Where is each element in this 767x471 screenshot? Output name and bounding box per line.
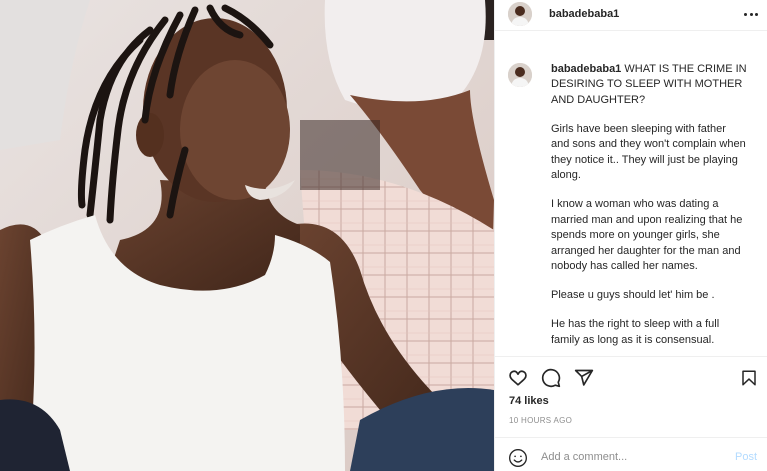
- post-timestamp: 10 HOURS AGO: [509, 416, 573, 425]
- post-photo-image: [0, 0, 494, 471]
- more-options-icon[interactable]: [744, 11, 758, 17]
- header-username[interactable]: babadebaba1: [549, 0, 619, 28]
- caption-paragraph: I know a woman who was dating a married …: [551, 198, 743, 273]
- caption-avatar[interactable]: [508, 63, 532, 87]
- post-header: babadebaba1: [495, 0, 767, 31]
- comment-box: Post: [495, 437, 767, 471]
- caption-section: babadebaba1 WHAT IS THE CRIME IN DESIRIN…: [495, 31, 767, 357]
- dot: [744, 12, 747, 16]
- caption-title-line: babadebaba1 WHAT IS THE CRIME IN DESIRIN…: [551, 62, 747, 108]
- avatar[interactable]: [508, 2, 532, 26]
- heart-icon[interactable]: [508, 368, 528, 388]
- dot: [749, 12, 753, 16]
- post-photo[interactable]: [0, 0, 494, 471]
- comment-input[interactable]: [541, 447, 721, 467]
- post-button[interactable]: Post: [735, 447, 757, 467]
- likes-count[interactable]: 74 likes: [509, 394, 549, 408]
- action-bar: 74 likes 10 HOURS AGO: [495, 357, 767, 437]
- comment-icon[interactable]: [541, 368, 561, 388]
- dot: [755, 12, 758, 16]
- share-icon[interactable]: [574, 368, 594, 388]
- emoji-icon[interactable]: [508, 448, 528, 468]
- caption-paragraph: Please u guys should let' him be .: [551, 289, 715, 302]
- post-panel: babadebaba1 babadebaba1 WHAT IS THE CRIM…: [494, 0, 767, 471]
- bookmark-icon[interactable]: [740, 368, 758, 388]
- caption-username[interactable]: babadebaba1: [551, 63, 621, 75]
- caption-paragraph: He has the right to sleep with a full fa…: [551, 318, 720, 346]
- caption-paragraph: Girls have been sleeping with father and…: [551, 123, 746, 182]
- caption-text: babadebaba1 WHAT IS THE CRIME IN DESIRIN…: [551, 62, 747, 362]
